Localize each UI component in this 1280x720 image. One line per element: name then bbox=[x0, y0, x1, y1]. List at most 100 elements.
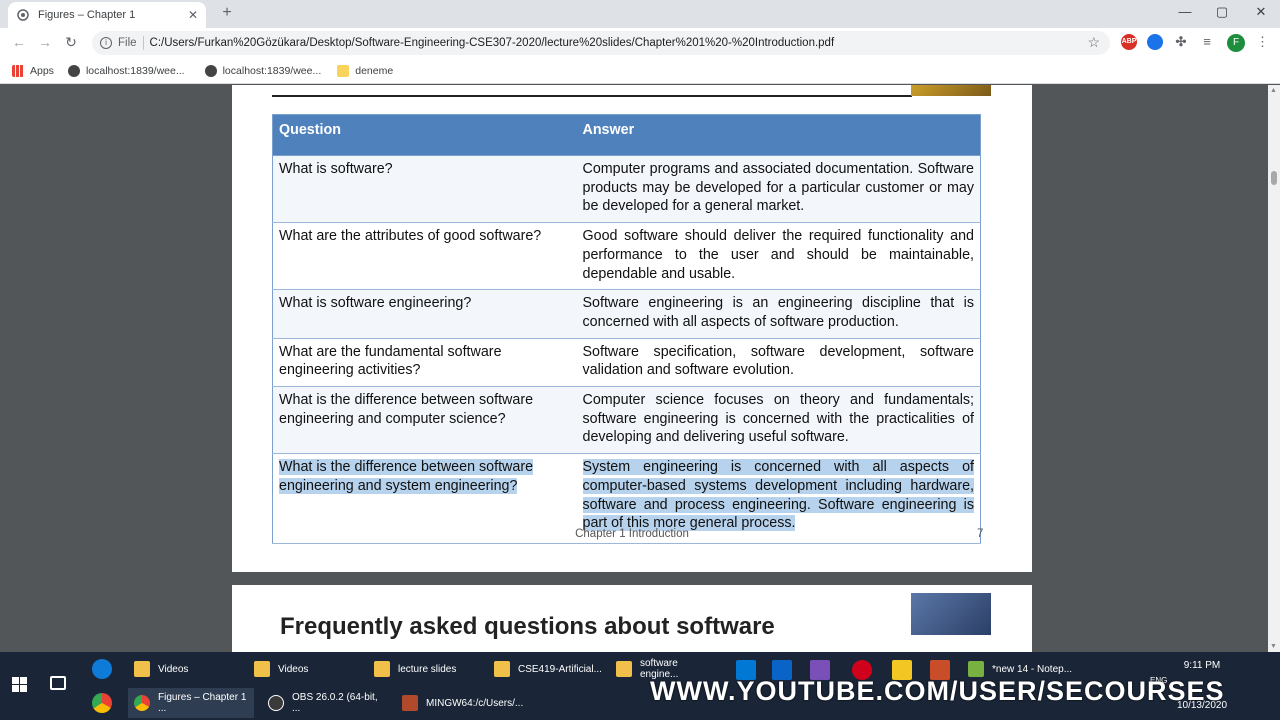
chrome-tab-icon bbox=[16, 8, 30, 22]
task-view-icon[interactable] bbox=[50, 676, 66, 690]
bookmark-label: localhost:1839/wee... bbox=[222, 64, 322, 77]
git-bash-icon bbox=[402, 695, 418, 711]
reload-icon[interactable]: ↻ bbox=[62, 34, 80, 51]
taskbar-item-mingw[interactable]: MINGW64:/c/Users/... bbox=[396, 688, 524, 718]
answer-cell: Computer programs and associated documen… bbox=[576, 155, 981, 224]
answer-cell: Software specification, software develop… bbox=[576, 338, 981, 388]
taskbar-item-videos-2[interactable]: Videos bbox=[248, 654, 358, 684]
edge-browser-icon[interactable] bbox=[92, 659, 112, 679]
header-question: Question bbox=[272, 114, 577, 156]
bookmark-star-icon[interactable]: ☆ bbox=[1087, 34, 1100, 51]
folder-icon bbox=[494, 661, 510, 677]
notepad-icon bbox=[968, 661, 984, 677]
screen: Figures – Chapter 1 ✕ + — ▢ ✕ ← → ↻ i Fi… bbox=[0, 0, 1280, 720]
taskbar-item-label: CSE419-Artificial... bbox=[518, 663, 602, 675]
close-tab-icon[interactable]: ✕ bbox=[188, 8, 198, 22]
bookmark-apps[interactable]: Apps bbox=[12, 64, 54, 77]
taskbar-item-label: Figures – Chapter 1 ... bbox=[158, 692, 247, 714]
taskbar-item-lecture-slides[interactable]: lecture slides bbox=[368, 654, 480, 684]
table-row: What is software? Computer programs and … bbox=[272, 155, 981, 224]
adblock-extension-icon[interactable]: ABP bbox=[1121, 34, 1137, 50]
obs-icon bbox=[268, 695, 284, 711]
selected-text[interactable]: System engineering is concerned with all… bbox=[582, 459, 974, 532]
next-slide-title: Frequently asked questions about softwar… bbox=[280, 613, 775, 640]
browser-toolbar: ← → ↻ i File C:/Users/Furkan%20Gözükara/… bbox=[0, 28, 1280, 58]
url-separator bbox=[142, 36, 144, 50]
scroll-up-icon[interactable]: ▲ bbox=[1270, 87, 1277, 94]
slide-logo-image bbox=[911, 85, 991, 96]
maximize-icon[interactable]: ▢ bbox=[1207, 4, 1237, 20]
taskbar-item-label: Videos bbox=[278, 663, 309, 675]
chrome-icon bbox=[134, 695, 150, 711]
question-cell: What are the fundamental software engine… bbox=[272, 338, 577, 388]
header-answer: Answer bbox=[576, 114, 981, 156]
bookmarks-bar: Apps localhost:1839/wee... localhost:183… bbox=[0, 58, 1280, 84]
table-row: What is software engineering? Software e… bbox=[272, 289, 981, 339]
reading-list-icon[interactable]: ≡ bbox=[1199, 34, 1215, 50]
taskbar-item-chrome-figures[interactable]: Figures – Chapter 1 ... bbox=[128, 688, 254, 718]
table-row: What is the difference between software … bbox=[272, 386, 981, 455]
site-icon bbox=[204, 64, 217, 77]
scrollbar-thumb[interactable] bbox=[1271, 171, 1277, 185]
back-icon[interactable]: ← bbox=[10, 34, 28, 50]
taskbar-item-videos-1[interactable]: Videos bbox=[128, 654, 238, 684]
answer-cell: Software engineering is an engineering d… bbox=[576, 289, 981, 339]
vertical-scrollbar[interactable]: ▲ ▼ bbox=[1268, 85, 1280, 652]
folder-icon bbox=[337, 64, 350, 77]
pdf-viewer[interactable]: Question Answer What is software? Comput… bbox=[0, 85, 1268, 652]
taskbar-item-label: lecture slides bbox=[398, 663, 457, 675]
taskbar-item-label: Videos bbox=[158, 663, 189, 675]
taskbar-item-label: OBS 26.0.2 (64-bit, ... bbox=[292, 692, 378, 714]
tab-strip: Figures – Chapter 1 ✕ + — ▢ ✕ bbox=[0, 0, 1280, 28]
taskbar-item-cse419[interactable]: CSE419-Artificial... bbox=[488, 654, 606, 684]
tab-title: Figures – Chapter 1 bbox=[38, 9, 136, 21]
forward-icon[interactable]: → bbox=[36, 34, 54, 50]
folder-icon bbox=[134, 661, 150, 677]
table-row: What are the attributes of good software… bbox=[272, 222, 981, 291]
folder-icon bbox=[616, 661, 632, 677]
extension-chat-icon[interactable] bbox=[1147, 34, 1163, 50]
question-cell: What is software? bbox=[272, 155, 577, 224]
info-icon[interactable]: i bbox=[100, 37, 112, 49]
browser-tab[interactable]: Figures – Chapter 1 ✕ bbox=[8, 2, 206, 28]
apps-grid-icon bbox=[12, 64, 24, 77]
bookmark-label: Apps bbox=[30, 64, 54, 77]
windows-start-icon[interactable] bbox=[12, 677, 28, 693]
slide-logo-image bbox=[911, 593, 991, 635]
extensions-puzzle-icon[interactable]: ✣ bbox=[1173, 34, 1189, 50]
bookmark-localhost-2[interactable]: localhost:1839/wee... bbox=[204, 64, 322, 77]
url-scheme: File bbox=[118, 37, 137, 49]
menu-kebab-icon[interactable]: ⋮ bbox=[1256, 34, 1269, 50]
slide-page-number: 7 bbox=[977, 528, 984, 540]
folder-icon bbox=[374, 661, 390, 677]
table-row: What are the fundamental software engine… bbox=[272, 338, 981, 388]
selected-text[interactable]: What is the difference between software … bbox=[279, 459, 534, 494]
address-bar[interactable]: i File C:/Users/Furkan%20Gözükara/Deskto… bbox=[92, 31, 1110, 55]
bookmark-localhost-1[interactable]: localhost:1839/wee... bbox=[67, 64, 185, 77]
answer-cell: Computer science focuses on theory and f… bbox=[576, 386, 981, 455]
url-text[interactable]: C:/Users/Furkan%20Gözükara/Desktop/Softw… bbox=[150, 37, 835, 49]
site-icon bbox=[67, 64, 80, 77]
faq-table: Question Answer What is software? Comput… bbox=[272, 114, 981, 544]
slide-header-rule bbox=[272, 95, 912, 97]
pdf-page-next: Frequently asked questions about softwar… bbox=[232, 585, 1032, 652]
youtube-watermark: WWW.YOUTUBE.COM/USER/SECOURSES bbox=[650, 676, 1225, 706]
question-cell: What are the attributes of good software… bbox=[272, 222, 577, 291]
taskbar-item-label: MINGW64:/c/Users/... bbox=[426, 697, 524, 709]
taskbar-item-obs[interactable]: OBS 26.0.2 (64-bit, ... bbox=[262, 688, 388, 718]
scroll-down-icon[interactable]: ▼ bbox=[1270, 643, 1277, 650]
bookmark-label: localhost:1839/wee... bbox=[85, 64, 185, 77]
folder-icon bbox=[254, 661, 270, 677]
pdf-page: Question Answer What is software? Comput… bbox=[232, 85, 1032, 572]
window-close-icon[interactable]: ✕ bbox=[1246, 4, 1276, 20]
new-tab-icon[interactable]: + bbox=[218, 4, 236, 22]
bookmark-deneme[interactable]: deneme bbox=[337, 64, 393, 77]
question-cell: What is the difference between software … bbox=[272, 386, 577, 455]
profile-avatar[interactable]: F bbox=[1227, 34, 1245, 52]
minimize-icon[interactable]: — bbox=[1170, 4, 1200, 19]
answer-cell: Good software should deliver the require… bbox=[576, 222, 981, 291]
taskbar-item-label: *new 14 - Notep... bbox=[992, 663, 1073, 675]
chrome-browser-icon[interactable] bbox=[92, 693, 112, 713]
question-cell: What is software engineering? bbox=[272, 289, 577, 339]
clock-time[interactable]: 9:11 PM bbox=[1174, 660, 1230, 671]
